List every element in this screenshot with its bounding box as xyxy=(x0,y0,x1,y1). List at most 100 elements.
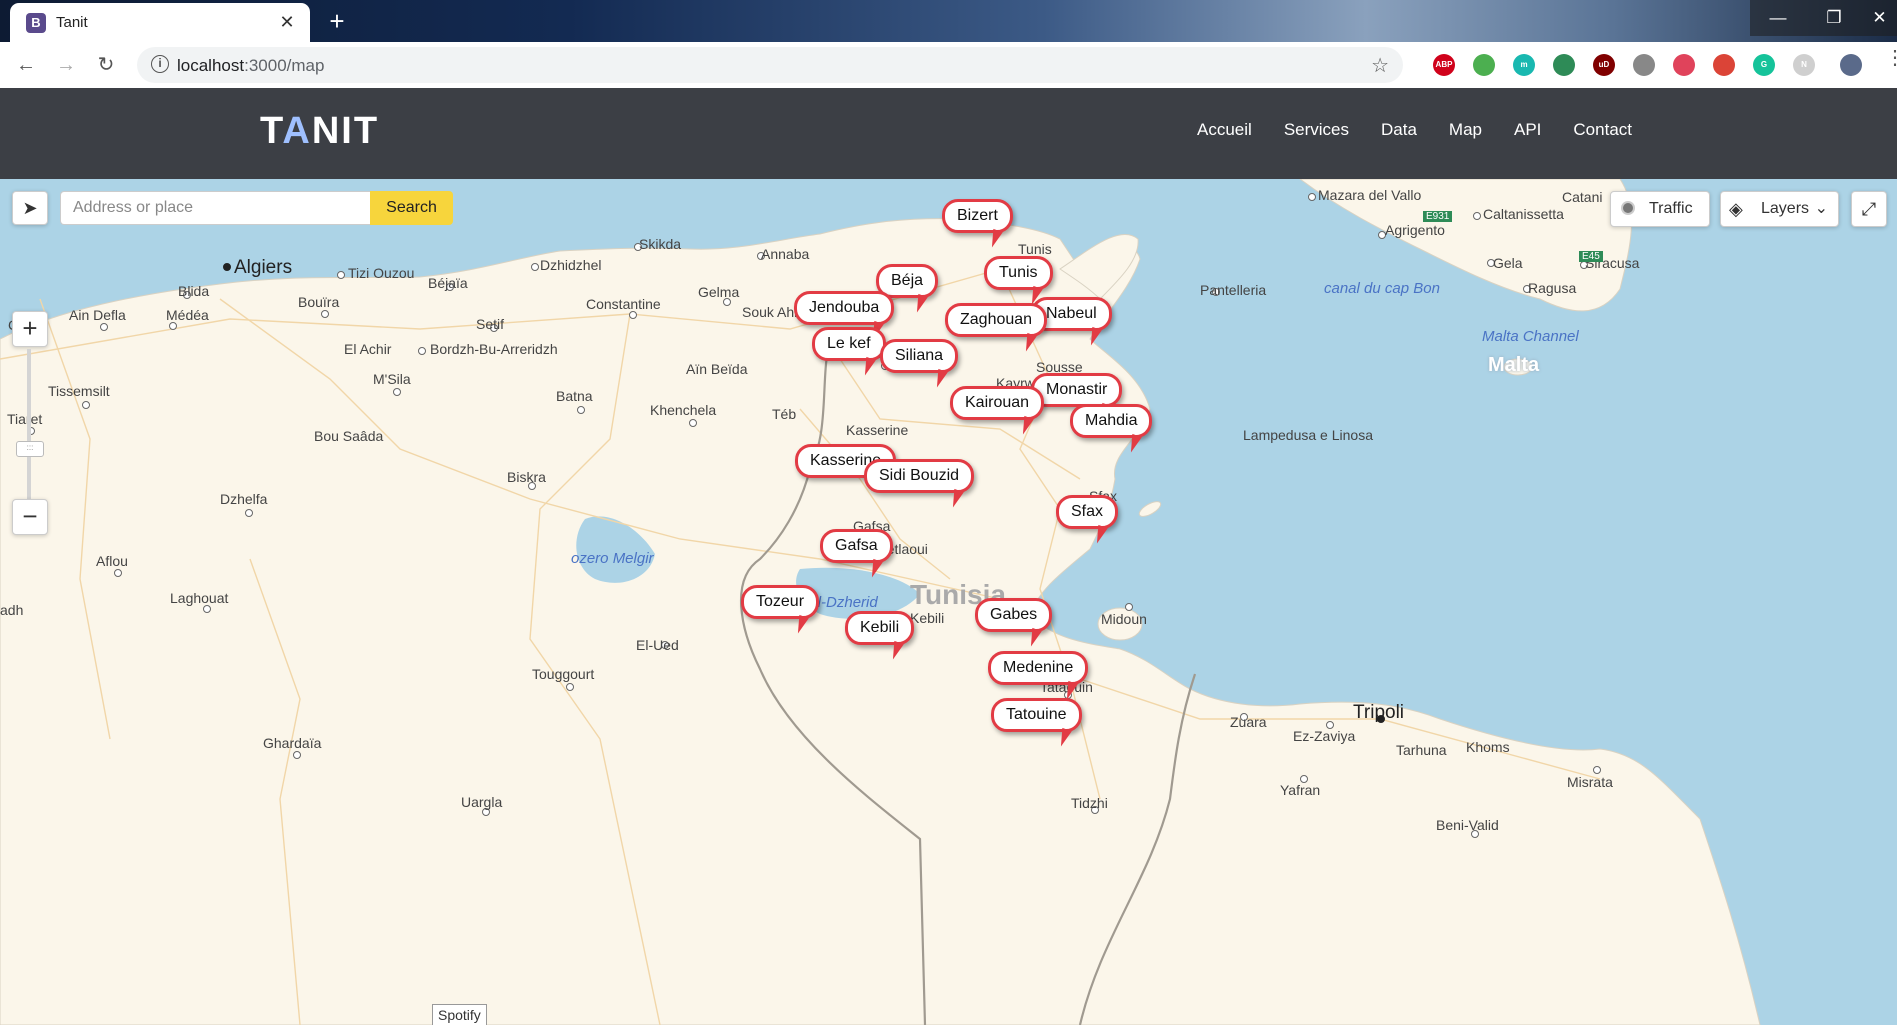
city-marker-tatouine[interactable]: Tatouine xyxy=(991,698,1082,732)
browser-menu-icon[interactable]: ⋮ xyxy=(1885,48,1897,68)
place-label: Skikda xyxy=(639,236,682,252)
tab-close-icon[interactable]: ✕ xyxy=(276,11,298,33)
chrome-extension-icon[interactable] xyxy=(1713,54,1735,76)
place-label: Bordzh-Bu-Arreridzh xyxy=(430,341,558,357)
site-logo[interactable]: TANIT xyxy=(260,110,379,153)
shield-extension-icon[interactable] xyxy=(1673,54,1695,76)
nav-data[interactable]: Data xyxy=(1381,120,1417,140)
place-label: Tripoli xyxy=(1353,702,1405,723)
zoom-in-button[interactable]: + xyxy=(12,311,48,347)
place-dot xyxy=(1125,603,1133,611)
eye-extension-icon[interactable] xyxy=(1633,54,1655,76)
place-label: Beni-Valid xyxy=(1436,817,1499,833)
nav-accueil[interactable]: Accueil xyxy=(1197,120,1252,140)
main-nav: Accueil Services Data Map API Contact xyxy=(1165,120,1632,140)
browser-toolbar: ← → ↻ i localhost:3000/map ☆ ABP m uD G N ⋮ xyxy=(0,42,1897,89)
city-marker-monastir[interactable]: Monastir xyxy=(1031,373,1123,407)
adblock-plus-icon[interactable]: ABP xyxy=(1433,54,1455,76)
profile-avatar-icon[interactable] xyxy=(1840,54,1862,76)
city-marker-mahdia[interactable]: Mahdia xyxy=(1070,404,1153,438)
place-dot xyxy=(114,569,122,577)
traffic-label: Traffic xyxy=(1649,200,1693,217)
back-arrow-icon[interactable]: ← xyxy=(12,51,40,79)
forward-arrow-icon[interactable]: → xyxy=(52,51,80,79)
place-label: Batna xyxy=(556,388,593,404)
place-dot xyxy=(293,751,301,759)
zoom-slider-handle[interactable]: ::: xyxy=(16,441,44,457)
map-canvas[interactable]: Mazara del Vallo Catani Agrigento Caltaniss… xyxy=(0,179,1897,1025)
place-label: Aflou xyxy=(96,553,128,569)
city-marker-sfax[interactable]: Sfax xyxy=(1056,495,1119,529)
place-dot xyxy=(169,322,177,330)
nav-services[interactable]: Services xyxy=(1284,120,1349,140)
place-dot xyxy=(566,683,574,691)
place-label: Mazara del Vallo xyxy=(1318,187,1422,203)
traffic-toggle[interactable]: Traffic xyxy=(1610,191,1710,227)
notion-extension-icon[interactable]: N xyxy=(1793,54,1815,76)
city-marker-bizert[interactable]: Bizert xyxy=(942,199,1013,233)
place-dot xyxy=(1593,766,1601,774)
place-label: Ain Defla xyxy=(69,307,126,323)
place-label: Malta xyxy=(1488,354,1540,376)
bookmark-star-icon[interactable]: ☆ xyxy=(1371,53,1389,78)
mercury-extension-icon[interactable]: m xyxy=(1513,54,1535,76)
nav-map[interactable]: Map xyxy=(1449,120,1482,140)
search-input[interactable] xyxy=(60,191,370,225)
place-label: Lampedusa e Linosa xyxy=(1243,427,1373,443)
zoom-out-button[interactable]: − xyxy=(12,499,48,535)
place-label: Dzhidzhel xyxy=(540,257,602,273)
browser-titlebar: B Tanit ✕ + — ❐ ✕ xyxy=(0,0,1897,42)
new-tab-button[interactable]: + xyxy=(322,6,352,36)
city-marker-zaghouan[interactable]: Zaghouan xyxy=(945,303,1048,337)
todo-extension-icon[interactable] xyxy=(1473,54,1495,76)
place-label: adh xyxy=(0,602,24,618)
nav-api[interactable]: API xyxy=(1514,120,1541,140)
place-label: Kasserine xyxy=(846,422,909,438)
city-marker-kairouan[interactable]: Kairouan xyxy=(950,386,1045,420)
window-minimize-button[interactable]: — xyxy=(1750,0,1806,36)
city-marker-siliana[interactable]: Siliana xyxy=(880,339,959,373)
place-label: Zuara xyxy=(1230,714,1267,730)
place-label: Malta Channel xyxy=(1482,328,1579,345)
nav-contact[interactable]: Contact xyxy=(1573,120,1632,140)
window-restore-button[interactable]: ❐ xyxy=(1806,0,1862,36)
attribution-label: Spotify xyxy=(432,1004,487,1025)
city-marker-tunis[interactable]: Tunis xyxy=(984,256,1053,290)
earth-extension-icon[interactable] xyxy=(1553,54,1575,76)
ublock-origin-icon[interactable]: uD xyxy=(1593,54,1615,76)
place-label: El Achir xyxy=(344,341,392,357)
browser-tab[interactable]: B Tanit ✕ xyxy=(10,3,310,42)
place-dot xyxy=(689,419,697,427)
place-label: Blida xyxy=(178,283,210,299)
place-label: Midoun xyxy=(1101,611,1147,627)
city-marker-gafsa[interactable]: Gafsa xyxy=(820,529,893,563)
map-search: Search xyxy=(60,191,453,225)
place-label: E931 xyxy=(1423,211,1453,222)
city-marker-sidi-bouzid[interactable]: Sidi Bouzid xyxy=(864,459,975,493)
place-label: Bou Saâda xyxy=(314,428,384,444)
place-label: El-Ued xyxy=(636,637,679,653)
city-marker-kebili[interactable]: Kebili xyxy=(845,611,915,645)
site-header: TANIT Accueil Services Data Map API Cont… xyxy=(0,88,1897,179)
city-marker-gabes[interactable]: Gabes xyxy=(975,598,1053,632)
city-marker-jendouba[interactable]: Jendouba xyxy=(794,291,895,325)
window-close-button[interactable]: ✕ xyxy=(1862,0,1897,36)
site-info-icon[interactable]: i xyxy=(151,55,169,73)
search-button[interactable]: Search xyxy=(370,191,453,225)
address-bar[interactable]: i localhost:3000/map ☆ xyxy=(137,47,1403,83)
place-label: Tarhuna xyxy=(1396,742,1447,758)
city-marker-medenine[interactable]: Medenine xyxy=(988,651,1089,685)
place-label: M'Sila xyxy=(373,371,411,387)
grammarly-icon[interactable]: G xyxy=(1753,54,1775,76)
zoom-slider[interactable]: ::: xyxy=(16,349,44,499)
fullscreen-button[interactable]: ⤢ xyxy=(1851,191,1887,227)
url-text[interactable]: localhost:3000/map xyxy=(177,56,324,76)
tab-title: Tanit xyxy=(56,14,88,31)
traffic-icon xyxy=(1621,201,1635,215)
city-marker-tozeur[interactable]: Tozeur xyxy=(741,585,820,619)
city-marker-le-kef[interactable]: Le kef xyxy=(812,327,886,361)
place-label: Tidzhi xyxy=(1071,795,1108,811)
layers-dropdown[interactable]: ◈ Layers ⌄ xyxy=(1720,191,1839,227)
geolocate-button[interactable]: ➤ xyxy=(12,191,48,225)
reload-icon[interactable]: ↻ xyxy=(92,51,120,79)
